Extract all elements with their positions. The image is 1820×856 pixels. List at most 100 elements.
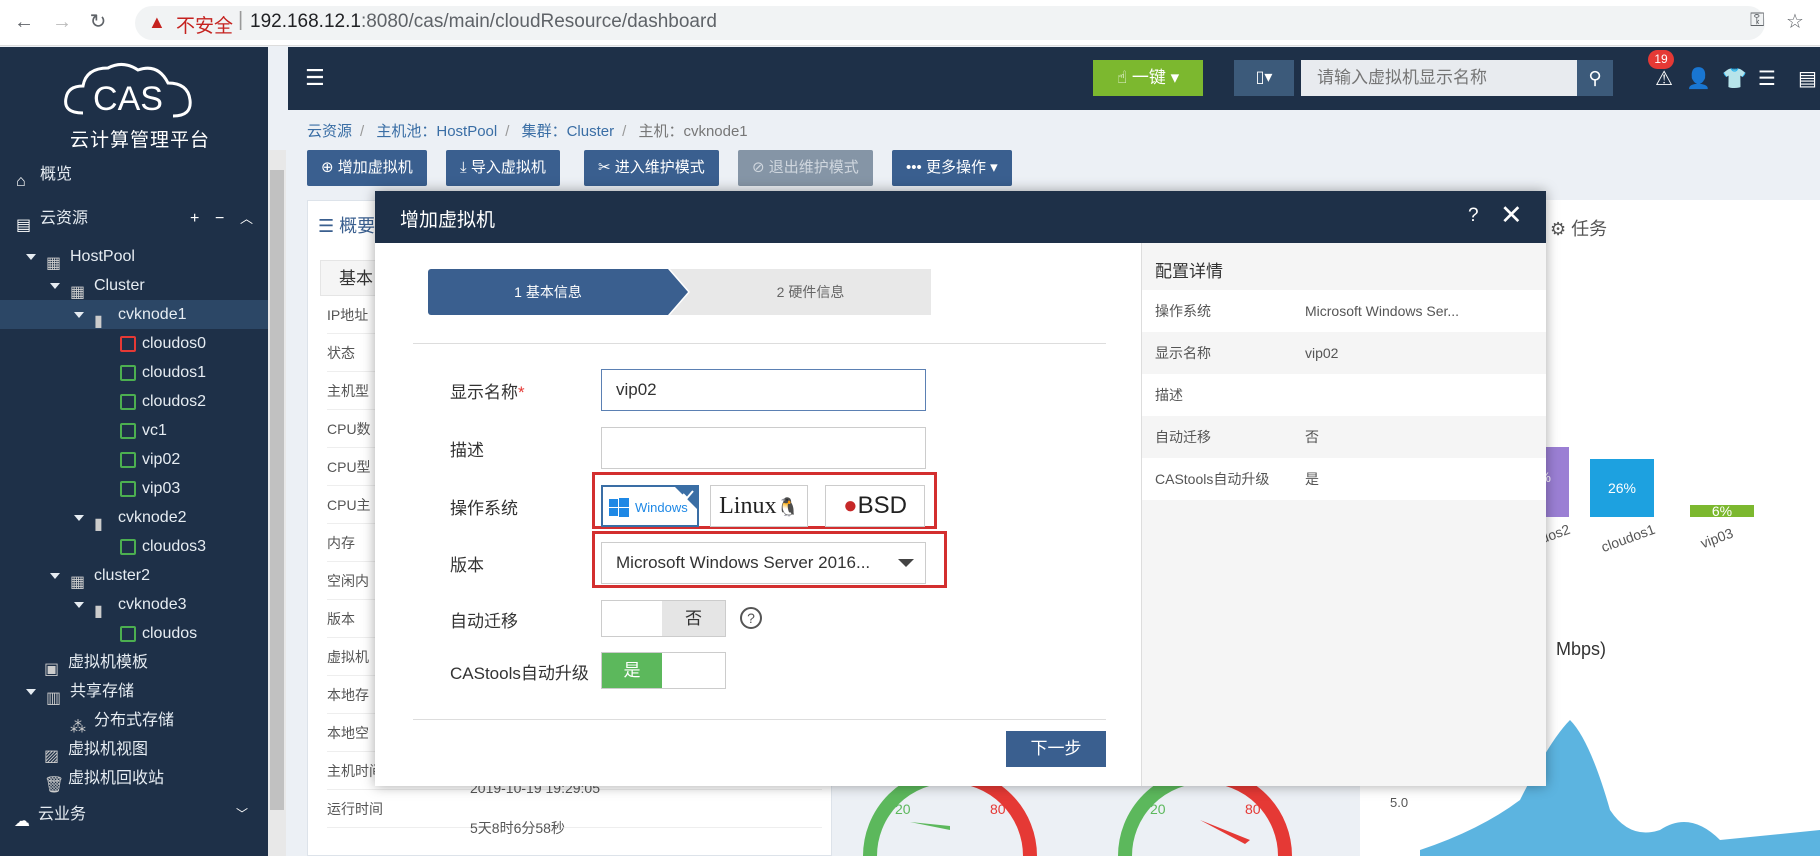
key-icon[interactable]: ⚿ — [1750, 10, 1764, 32]
url-text[interactable]: 192.168.12.1:8080/cas/main/cloudResource… — [250, 11, 717, 33]
tree-item-cvknode2[interactable]: ▮ cvknode2 — [0, 503, 268, 533]
tree-label: vc1 — [142, 422, 167, 439]
alert-icon[interactable]: ⚠ — [1655, 66, 1673, 91]
sidebar-item-cloud-resource[interactable]: ▤ 云资源 + − ︿ — [0, 204, 268, 234]
sidebar-item-shared-storage[interactable]: ▥ 共享存储 — [0, 677, 268, 707]
tab-label: 概要 — [339, 216, 376, 236]
tab-overview[interactable]: ☰ 概要 — [318, 212, 375, 238]
import-vm-button[interactable]: ⤓ 导入虚拟机 — [446, 150, 560, 186]
tree-label: cvknode1 — [118, 306, 187, 323]
dialog-title: 增加虚拟机 — [400, 210, 496, 231]
chevron-up-icon[interactable]: ︿ — [240, 204, 253, 233]
dialog-header — [375, 191, 1546, 243]
sidebar-item-overview[interactable]: ⌂ 概览 — [0, 160, 268, 190]
import-icon: ⤓ — [460, 159, 467, 176]
warning-icon[interactable]: ▲ — [148, 12, 166, 33]
tree-item-cloudos3[interactable]: cloudos3 — [0, 532, 268, 561]
question-circle-icon[interactable]: ? — [740, 607, 762, 629]
tree-item-cvknode3[interactable]: ▮ cvknode3 — [0, 590, 268, 620]
chevron-down-icon[interactable] — [898, 559, 914, 567]
step-hardware-info[interactable]: 2 硬件信息 — [690, 269, 931, 315]
gauge1-left-label: 20 — [895, 801, 911, 817]
tree-label: HostPool — [70, 248, 135, 265]
button-label: 更多操作 — [925, 159, 986, 176]
tree-item-vip03[interactable]: vip03 — [0, 474, 268, 503]
os-option-windows[interactable]: Windows — [601, 485, 699, 527]
version-select[interactable]: Microsoft Windows Server 2016... — [601, 542, 926, 584]
exit-maintenance-button[interactable]: ⊘ 退出维护模式 — [738, 150, 873, 186]
os-option-linux[interactable]: Linux🐧 — [710, 485, 808, 527]
remove-icon[interactable]: − — [215, 204, 224, 233]
more-actions-button[interactable]: ••• 更多操作 ▾ — [892, 150, 1012, 186]
ban-icon: ⊘ — [752, 159, 765, 176]
reload-icon[interactable]: ↻ — [84, 8, 112, 36]
collapse-icon[interactable] — [50, 572, 60, 579]
gear-icon: ⚙ — [1550, 219, 1567, 239]
gauge2-right-label: 80 — [1245, 801, 1261, 817]
forward-icon[interactable]: → — [48, 8, 76, 36]
toggle-on-label[interactable]: 是 — [602, 653, 662, 688]
sidebar-item-distributed-storage[interactable]: ⁂ 分布式存储 — [0, 706, 268, 736]
sidebar-item-vm-template[interactable]: ▣ 虚拟机模板 — [0, 648, 268, 678]
sidebar-item-vm-recycle[interactable]: 🗑 虚拟机回收站 — [0, 764, 268, 794]
sidebar-item-cloud-service[interactable]: ☁ 云业务 ﹀ — [0, 800, 268, 830]
shirt-icon[interactable]: 👕 — [1722, 66, 1747, 91]
breadcrumb-root[interactable]: 云资源 — [307, 123, 352, 140]
tree-item-cloudos0[interactable]: cloudos0 — [0, 329, 268, 358]
add-icon[interactable]: + — [190, 204, 199, 233]
vm-search-input[interactable] — [1301, 60, 1577, 96]
collapse-icon[interactable] — [74, 601, 84, 608]
button-label: 进入维护模式 — [614, 159, 705, 176]
config-detail-row: 操作系统 Microsoft Windows Ser... — [1142, 290, 1546, 332]
collapse-icon[interactable] — [74, 514, 84, 521]
enter-maintenance-button[interactable]: ✂ 进入维护模式 — [584, 150, 719, 186]
tree-item-cloudos1[interactable]: cloudos1 — [0, 358, 268, 387]
tree-item-vc1[interactable]: vc1 — [0, 416, 268, 445]
add-vm-button[interactable]: ⊕ 增加虚拟机 — [307, 150, 427, 186]
os-option-label: BSD — [857, 492, 907, 519]
collapse-icon[interactable] — [50, 282, 60, 289]
user-icon[interactable]: 👤 — [1686, 66, 1711, 91]
tree-item-cluster2[interactable]: ▦ cluster2 — [0, 561, 268, 591]
tree-item-vip02[interactable]: vip02 — [0, 445, 268, 474]
collapse-icon[interactable] — [26, 253, 36, 260]
close-icon[interactable]: ✕ — [1500, 200, 1523, 231]
breadcrumb-hostpool[interactable]: 主机池：HostPool — [376, 123, 497, 140]
back-icon[interactable]: ← — [10, 8, 38, 36]
collapse-icon[interactable] — [26, 688, 36, 695]
tree-item-cvknode1[interactable]: ▮ cvknode1 — [0, 300, 268, 330]
cluster-icon: ▦ — [70, 283, 86, 301]
sidebar-item-label: 虚拟机模板 — [68, 654, 149, 671]
tree-item-hostpool[interactable]: ▦ HostPool — [0, 242, 268, 272]
sidebar-item-vm-view[interactable]: ▨ 虚拟机视图 — [0, 735, 268, 765]
os-option-bsd[interactable]: ●BSD — [825, 485, 925, 527]
tab-tasks[interactable]: ⚙ 任务 — [1550, 215, 1607, 241]
bookmark-star-icon[interactable]: ☆ — [1786, 9, 1804, 34]
castools-upgrade-label: CAStools自动升级 — [450, 664, 589, 683]
ellipsis-icon: ••• — [906, 159, 922, 176]
next-step-button[interactable]: 下一步 — [1006, 731, 1106, 767]
toggle-off-label[interactable]: 否 — [662, 601, 725, 636]
chevron-down-icon[interactable]: ﹀ — [236, 800, 248, 829]
list-icon[interactable]: ☰ — [1758, 66, 1776, 91]
sidebar-scrollbar-thumb[interactable] — [270, 170, 284, 810]
search-type-dropdown[interactable]: ▯▾ — [1234, 60, 1294, 96]
display-name-input[interactable] — [601, 369, 926, 411]
collapse-icon[interactable] — [74, 311, 84, 318]
tree-item-cloudos2[interactable]: cloudos2 — [0, 387, 268, 416]
help-button[interactable]: ? — [1468, 205, 1479, 227]
search-icon[interactable]: ⚲ — [1577, 60, 1613, 96]
button-label: 导入虚拟机 — [470, 159, 546, 176]
panel-icon[interactable]: ▤ — [1798, 66, 1817, 91]
auto-migrate-label: 自动迁移 — [450, 612, 518, 631]
onekey-button[interactable]: ☝ 一键 ▾ — [1093, 60, 1203, 96]
tree-item-cluster[interactable]: ▦ Cluster — [0, 271, 268, 301]
step-basic-info[interactable]: 1 基本信息 — [428, 269, 668, 315]
breadcrumb-cluster[interactable]: 集群：Cluster — [522, 123, 615, 140]
step-arrow — [668, 269, 688, 315]
insecure-label[interactable]: 不安全 — [176, 11, 233, 38]
tree-item-cloudos[interactable]: cloudos — [0, 619, 268, 648]
description-input[interactable] — [601, 427, 926, 469]
hand-pointer-icon: ☝ — [1116, 68, 1128, 87]
hamburger-menu-icon[interactable]: ☰ — [305, 65, 325, 91]
